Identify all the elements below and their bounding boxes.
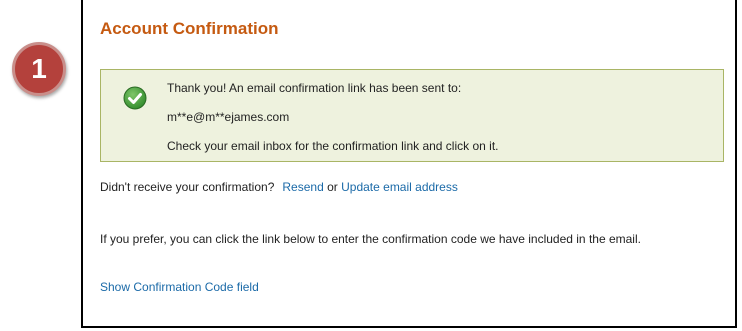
- update-email-link[interactable]: Update email address: [341, 180, 458, 194]
- resend-row: Didn't receive your confirmation? Resend …: [100, 180, 458, 194]
- resend-prompt: Didn't receive your confirmation?: [100, 180, 275, 194]
- show-confirmation-code-link[interactable]: Show Confirmation Code field: [100, 280, 259, 294]
- or-text: or: [327, 180, 338, 194]
- page-title: Account Confirmation: [100, 19, 279, 38]
- confirmation-code-info: If you prefer, you can click the link be…: [100, 232, 641, 246]
- masked-email: m**e@m**ejames.com: [167, 110, 290, 124]
- confirmation-notice: Thank you! An email confirmation link ha…: [100, 69, 724, 162]
- check-circle-icon: [123, 86, 147, 110]
- notice-message: Thank you! An email confirmation link ha…: [167, 81, 462, 95]
- notice-instruction: Check your email inbox for the confirmat…: [167, 139, 499, 153]
- resend-link[interactable]: Resend: [282, 180, 323, 194]
- step-number-badge: 1: [12, 42, 66, 96]
- account-confirmation-panel: Account Confirmation Thank you! An email…: [81, 0, 737, 328]
